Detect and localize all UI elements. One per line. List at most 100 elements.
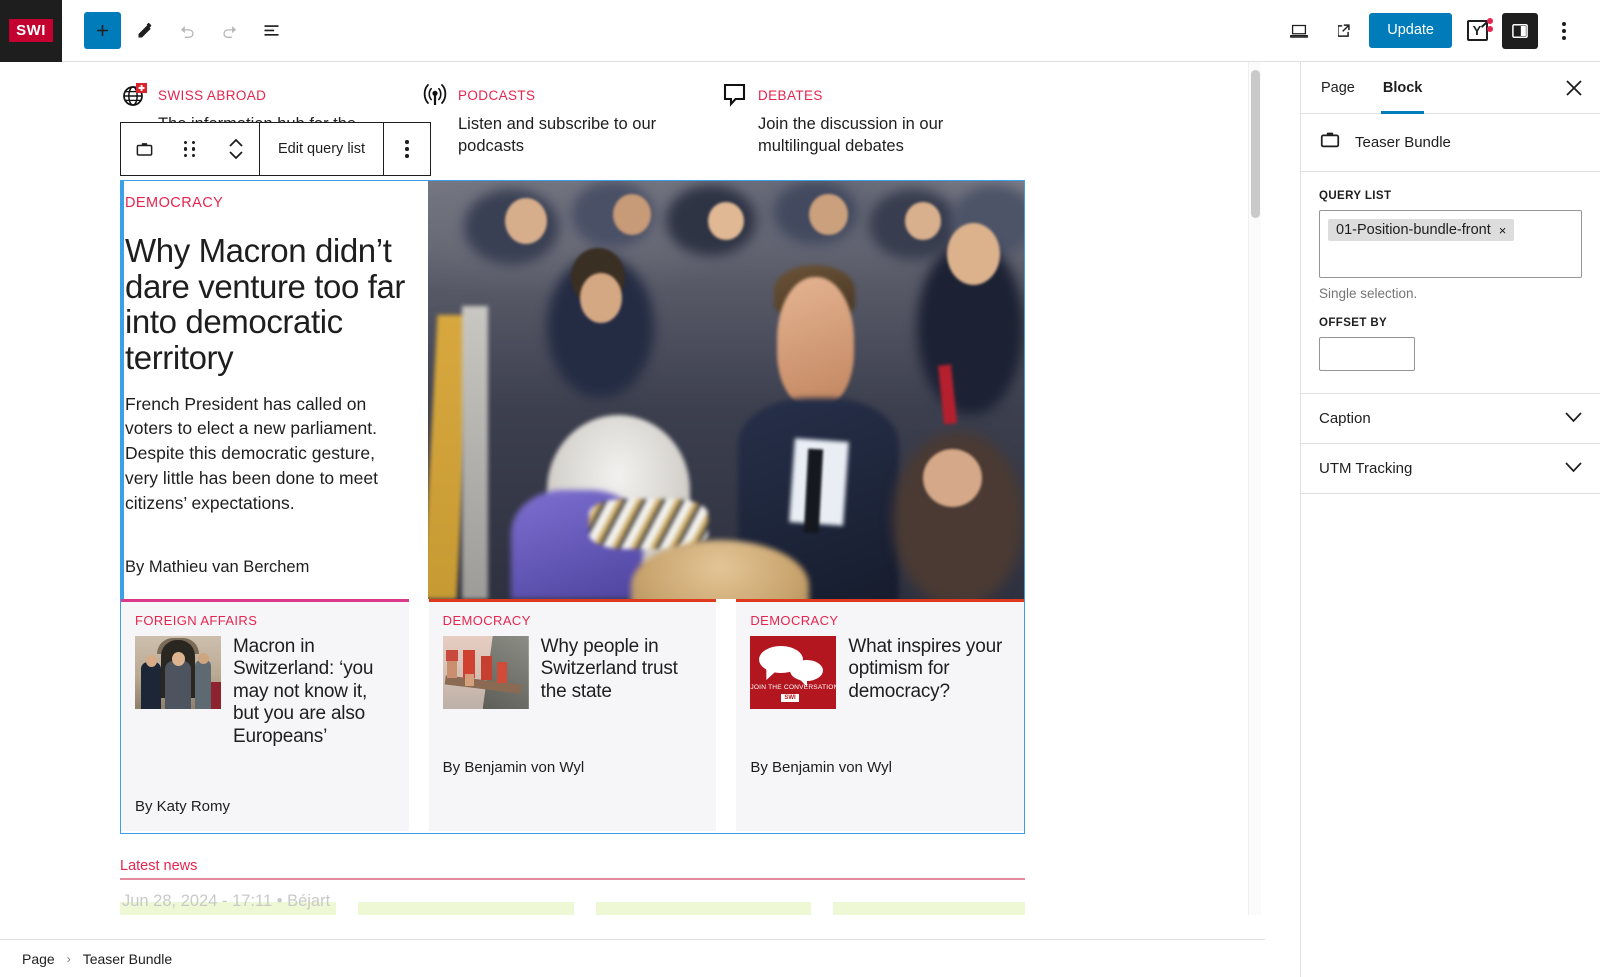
tab-page[interactable]: Page: [1307, 62, 1369, 114]
teaser-rule: [121, 599, 409, 602]
accordion-caption[interactable]: Caption: [1301, 394, 1600, 444]
promo-description: Join the discussion in our multilingual …: [758, 115, 944, 155]
accordion-caption-label: Caption: [1319, 410, 1371, 427]
latest-news-heading: Latest news: [120, 858, 198, 874]
teaser-card[interactable]: DEMOCRACY JOIN THE CONVERSATION SWI What…: [736, 599, 1025, 831]
edit-pencil-button[interactable]: [127, 13, 163, 49]
news-card[interactable]: Jun 28, 2024 - 15:15 • Historian urges f…: [595, 902, 812, 915]
offset-by-label: OFFSET BY: [1319, 317, 1388, 329]
promo-debates[interactable]: DEBATES Join the discussion in our multi…: [722, 82, 1022, 158]
globe-swiss-icon: [122, 82, 148, 108]
teaser-cards-row: FOREIGN AFFAIRS Macron in Switzerland: ‘…: [121, 599, 1025, 831]
settings-sidebar-toggle[interactable]: [1502, 12, 1538, 49]
breadcrumb-item-page[interactable]: Page: [22, 951, 55, 967]
teaser-rule: [736, 599, 1025, 602]
breadcrumb-separator: ›: [66, 951, 71, 966]
offset-by-input[interactable]: [1319, 337, 1415, 371]
lead-teaser[interactable]: DEMOCRACY Why Macron didn’t dare venture…: [121, 181, 1024, 599]
breadcrumb-item-block[interactable]: Teaser Bundle: [83, 951, 173, 967]
edit-query-list-button[interactable]: Edit query list: [260, 123, 383, 175]
lead-dek: French President has called on voters to…: [125, 393, 378, 513]
tab-block[interactable]: Block: [1369, 62, 1437, 114]
accordion-utm-label: UTM Tracking: [1319, 460, 1413, 477]
teaser-title: Macron in Switzerland: ‘you may not know…: [233, 636, 374, 747]
move-up-down-button[interactable]: [213, 138, 259, 160]
teaser-title: What inspires your optimism for democrac…: [848, 636, 1003, 702]
drag-handle-icon[interactable]: [167, 139, 213, 159]
site-logo[interactable]: SWI: [0, 0, 62, 62]
podcast-icon: [422, 82, 448, 108]
promo-description: Listen and subscribe to our podcasts: [458, 115, 657, 155]
query-list-section: QUERY LIST 01-Position-bundle-front × Si…: [1301, 172, 1600, 394]
teaser-byline: By Katy Romy: [135, 798, 231, 815]
add-block-button[interactable]: [84, 12, 121, 49]
lead-title: Why Macron didn’t dare venture too far i…: [125, 232, 406, 376]
query-list-token-label: 01-Position-bundle-front: [1336, 222, 1491, 238]
settings-sidebar: Page Block Teaser Bundle QUERY LIST 01-P…: [1300, 62, 1600, 977]
teaser-bundle-icon-button[interactable]: [121, 138, 167, 160]
remove-token-icon[interactable]: ×: [1499, 223, 1507, 238]
canvas-scrollbar-thumb[interactable]: [1251, 70, 1260, 218]
yoast-alert-dots: [1487, 17, 1493, 32]
chevron-down-icon: [1565, 460, 1582, 477]
redo-button[interactable]: [211, 13, 247, 49]
teaser-kicker: FOREIGN AFFAIRS: [135, 613, 258, 628]
breadcrumb: Page › Teaser Bundle: [0, 939, 1265, 977]
logo-text: SWI: [9, 19, 53, 42]
update-button[interactable]: Update: [1369, 13, 1452, 48]
list-view-button[interactable]: [253, 13, 289, 49]
sidebar-block-header: Teaser Bundle: [1301, 114, 1600, 172]
thumb-logo: SWI: [781, 694, 799, 702]
thumb-caption: JOIN THE CONVERSATION: [750, 684, 837, 691]
lead-teaser-image: [428, 181, 1024, 599]
latest-news-rule: [120, 878, 1025, 880]
teaser-kicker: DEMOCRACY: [750, 613, 839, 628]
latest-news-section: Latest news Jun 28, 2024 - 17:11 • Béjar…: [120, 858, 1025, 915]
sidebar-tabs: Page Block: [1301, 62, 1600, 114]
teaser-card[interactable]: DEMOCRACY Why people in Switzerland trus…: [428, 599, 717, 831]
yoast-letter: Y: [1472, 23, 1482, 38]
teaser-bundle-block[interactable]: DEMOCRACY Why Macron didn’t dare venture…: [120, 180, 1025, 834]
news-card[interactable]: Jun 28, 2024 - 15:41 • Swiss National Co…: [357, 902, 574, 915]
yoast-seo-button[interactable]: Y: [1460, 14, 1494, 48]
query-list-help-text: Single selection.: [1319, 286, 1418, 301]
block-toolbar: Edit query list: [120, 122, 432, 176]
editor-canvas: SWISS ABROAD The information hub for the…: [0, 62, 1265, 915]
lead-teaser-text: DEMOCRACY Why Macron didn’t dare venture…: [121, 181, 428, 599]
lead-byline: By Mathieu van Berchem: [125, 557, 310, 576]
more-options-icon[interactable]: [1546, 13, 1582, 49]
close-sidebar-icon[interactable]: [1554, 68, 1594, 108]
news-card[interactable]: Jun 28, 2024 - spending: [833, 902, 1025, 915]
join-the-conversation-thumb: JOIN THE CONVERSATION SWI: [750, 636, 837, 709]
teaser-kicker: DEMOCRACY: [442, 613, 531, 628]
view-device-icon[interactable]: [1281, 13, 1317, 49]
teaser-rule: [428, 599, 717, 602]
teaser-title: Why people in Switzerland trust the stat…: [540, 636, 678, 702]
block-more-options-icon[interactable]: [384, 123, 431, 175]
editor-top-bar: SWI Update Y: [0, 0, 1600, 62]
latest-news-row: Jun 28, 2024 - 17:11 • Béjart Ballet: Ju…: [120, 902, 1025, 915]
promo-kicker: SWISS ABROAD: [158, 88, 267, 103]
news-card[interactable]: Jun 28, 2024 - 17:11 • Béjart Ballet: Ju…: [120, 902, 336, 915]
query-list-token[interactable]: 01-Position-bundle-front ×: [1328, 219, 1515, 241]
chevron-down-icon: [1565, 410, 1582, 427]
macron-switzerland-thumb: [135, 636, 221, 709]
canvas-scrollbar[interactable]: [1248, 62, 1261, 915]
lead-kicker: DEMOCRACY: [125, 195, 224, 211]
query-list-label: QUERY LIST: [1319, 190, 1392, 202]
preview-external-icon[interactable]: [1325, 13, 1361, 49]
hikers-illustration-thumb: [442, 636, 529, 709]
promo-podcasts[interactable]: PODCASTS Listen and subscribe to our pod…: [422, 84, 722, 158]
top-bar-right-tools: Update Y: [1281, 12, 1600, 49]
teaser-card[interactable]: FOREIGN AFFAIRS Macron in Switzerland: ‘…: [121, 599, 409, 831]
top-bar-left-tools: [62, 12, 289, 49]
accordion-utm-tracking[interactable]: UTM Tracking: [1301, 444, 1600, 494]
promo-kicker: PODCASTS: [458, 88, 536, 103]
teaser-bundle-icon: [1319, 129, 1341, 156]
teaser-byline: By Benjamin von Wyl: [442, 759, 585, 776]
speech-bubble-icon: [722, 82, 748, 108]
teaser-byline: By Benjamin von Wyl: [750, 759, 892, 776]
undo-button[interactable]: [169, 13, 205, 49]
query-list-input[interactable]: 01-Position-bundle-front ×: [1319, 210, 1582, 278]
sidebar-block-name: Teaser Bundle: [1355, 134, 1451, 151]
